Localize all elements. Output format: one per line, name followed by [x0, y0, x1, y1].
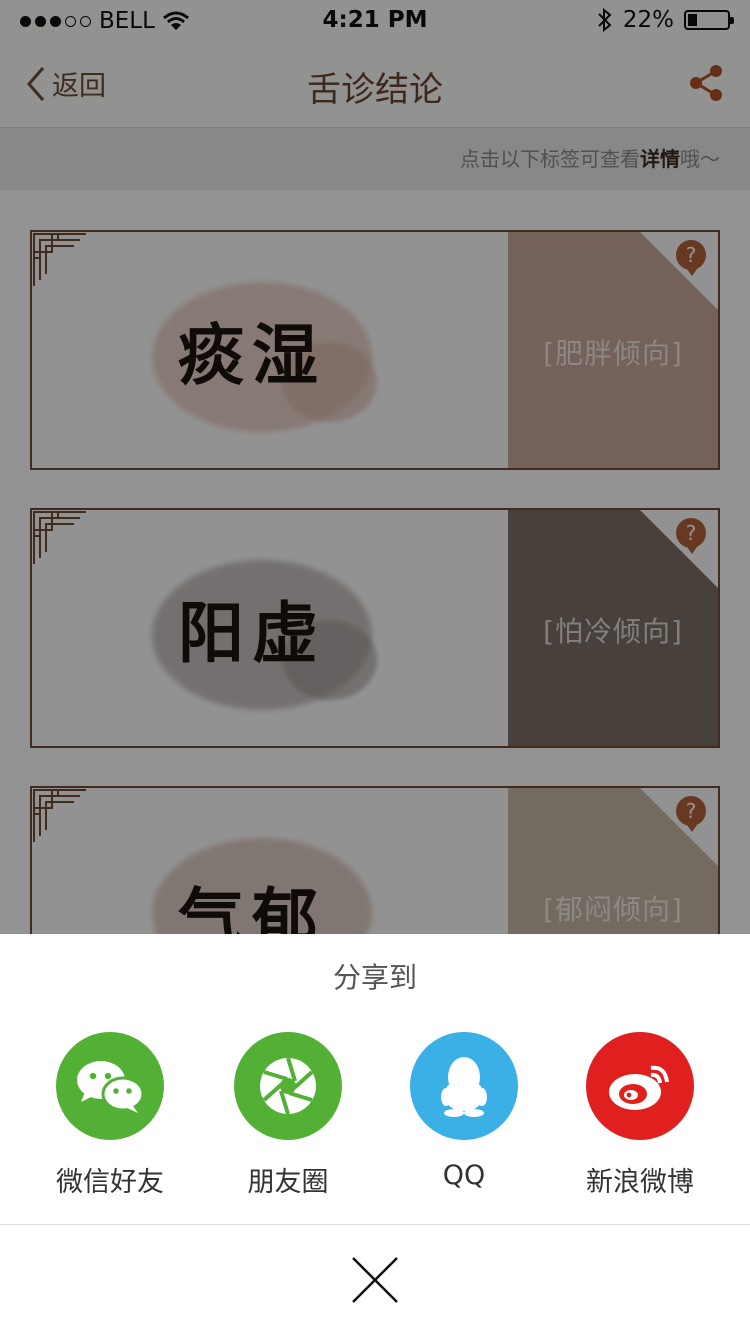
share-moments-button[interactable]: 朋友圈 [203, 1032, 373, 1199]
close-icon [352, 1257, 398, 1303]
share-qq-button[interactable]: QQ [379, 1032, 549, 1191]
share-weibo-button[interactable]: 新浪微博 [555, 1032, 725, 1199]
qq-icon [410, 1032, 518, 1140]
share-target-label: 新浪微博 [586, 1167, 694, 1198]
moments-icon [234, 1032, 342, 1140]
share-target-label: 朋友圈 [247, 1167, 329, 1198]
share-sheet-title: 分享到 [332, 961, 417, 994]
share-sheet: 分享到 微信好友 朋友圈 QQ 新浪微博 [0, 934, 750, 1334]
divider [0, 1224, 750, 1225]
wechat-icon [56, 1032, 164, 1140]
share-wechat-friends-button[interactable]: 微信好友 [25, 1032, 195, 1199]
close-button[interactable] [345, 1250, 405, 1310]
share-target-label: 微信好友 [56, 1167, 164, 1198]
weibo-icon [586, 1032, 694, 1140]
share-target-label: QQ [442, 1160, 486, 1191]
